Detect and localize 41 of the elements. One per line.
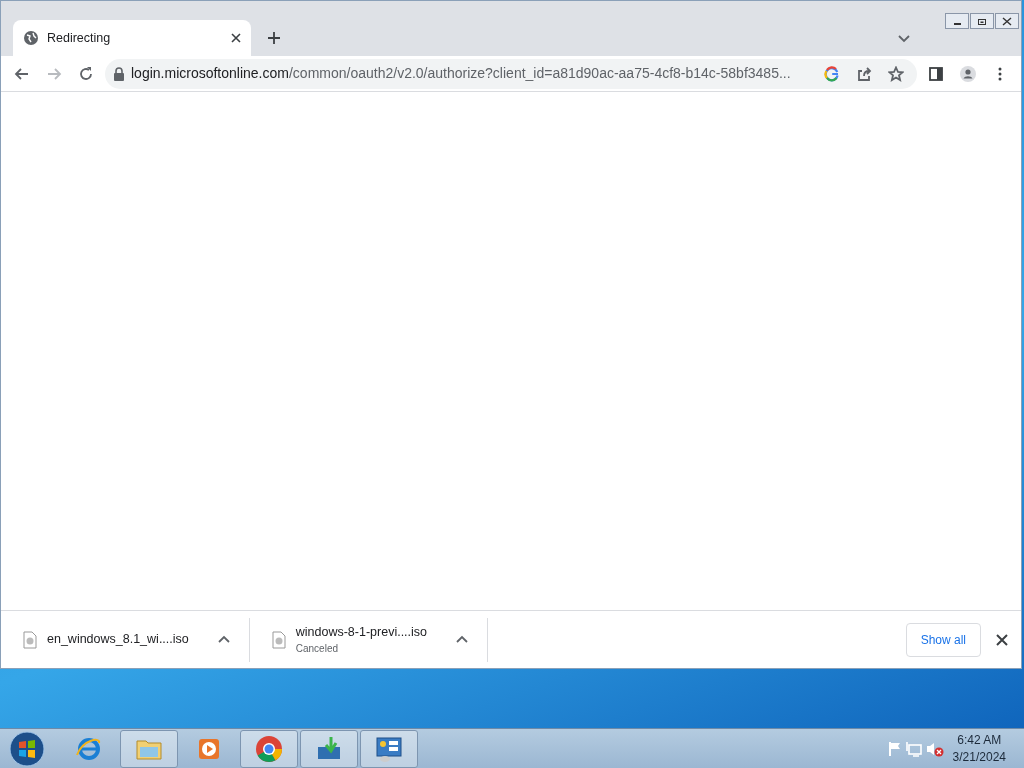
file-icon: [23, 630, 37, 649]
globe-icon: [23, 30, 39, 46]
restore-button[interactable]: [970, 13, 994, 29]
close-button[interactable]: [995, 13, 1019, 29]
download-item[interactable]: en_windows_8.1_wi....iso: [1, 617, 250, 662]
close-icon[interactable]: [231, 33, 241, 43]
bookmark-star-icon: [888, 65, 904, 82]
taskbar-button[interactable]: [240, 729, 298, 768]
control-panel-icon: [375, 734, 403, 763]
minimize-icon: [953, 23, 961, 25]
muted-speaker-icon[interactable]: [924, 740, 945, 757]
file-name: en_windows_8.1_wi....iso: [47, 631, 189, 649]
close-icon: [994, 631, 1010, 648]
new-tab-icon: [266, 30, 282, 46]
profile-icon: [960, 65, 976, 82]
browser-tab[interactable]: Redirecting: [13, 20, 251, 56]
reload-icon: [78, 65, 94, 82]
google-icon: [824, 65, 840, 82]
side-panel-icon: [928, 65, 944, 82]
file-name: windows-8-1-previ....iso: [295, 623, 428, 641]
show-all-button[interactable]: Show all: [905, 622, 981, 657]
url-text: login.microsoftonline.com/common/oauth2/v2.0/authorize?client_id=a81d90ac-aa75-4cf8-b14c-58bf3485...: [131, 64, 792, 83]
start-button[interactable]: [8, 729, 46, 768]
clock-date: 3/21/2024: [952, 748, 1006, 765]
share-icon: [856, 65, 872, 82]
address-bar[interactable]: login.microsoftonline.com/common/oauth2/v2.0/authorize?client_id=a81d90ac-aa75-4cf8-b14c-58bf3485...: [105, 58, 917, 89]
restore-icon: [976, 16, 988, 26]
file-icon: [271, 630, 286, 649]
forward-icon: [46, 65, 62, 82]
clock-time: 6:42 AM: [956, 732, 1003, 749]
chrome-logo-icon: [255, 734, 283, 763]
close-icon: [1001, 16, 1013, 26]
taskbar-button[interactable]: [360, 729, 418, 768]
back-icon: [14, 65, 30, 82]
taskbar-button[interactable]: [300, 729, 358, 768]
tab-title: Redirecting: [47, 29, 112, 47]
windows-logo-icon: [8, 729, 46, 768]
minimize-button[interactable]: [945, 13, 969, 29]
download-status: Canceled: [295, 642, 339, 657]
download-item[interactable]: windows-8-1-previ....iso Canceled: [249, 617, 489, 662]
lock-icon: [113, 66, 125, 81]
